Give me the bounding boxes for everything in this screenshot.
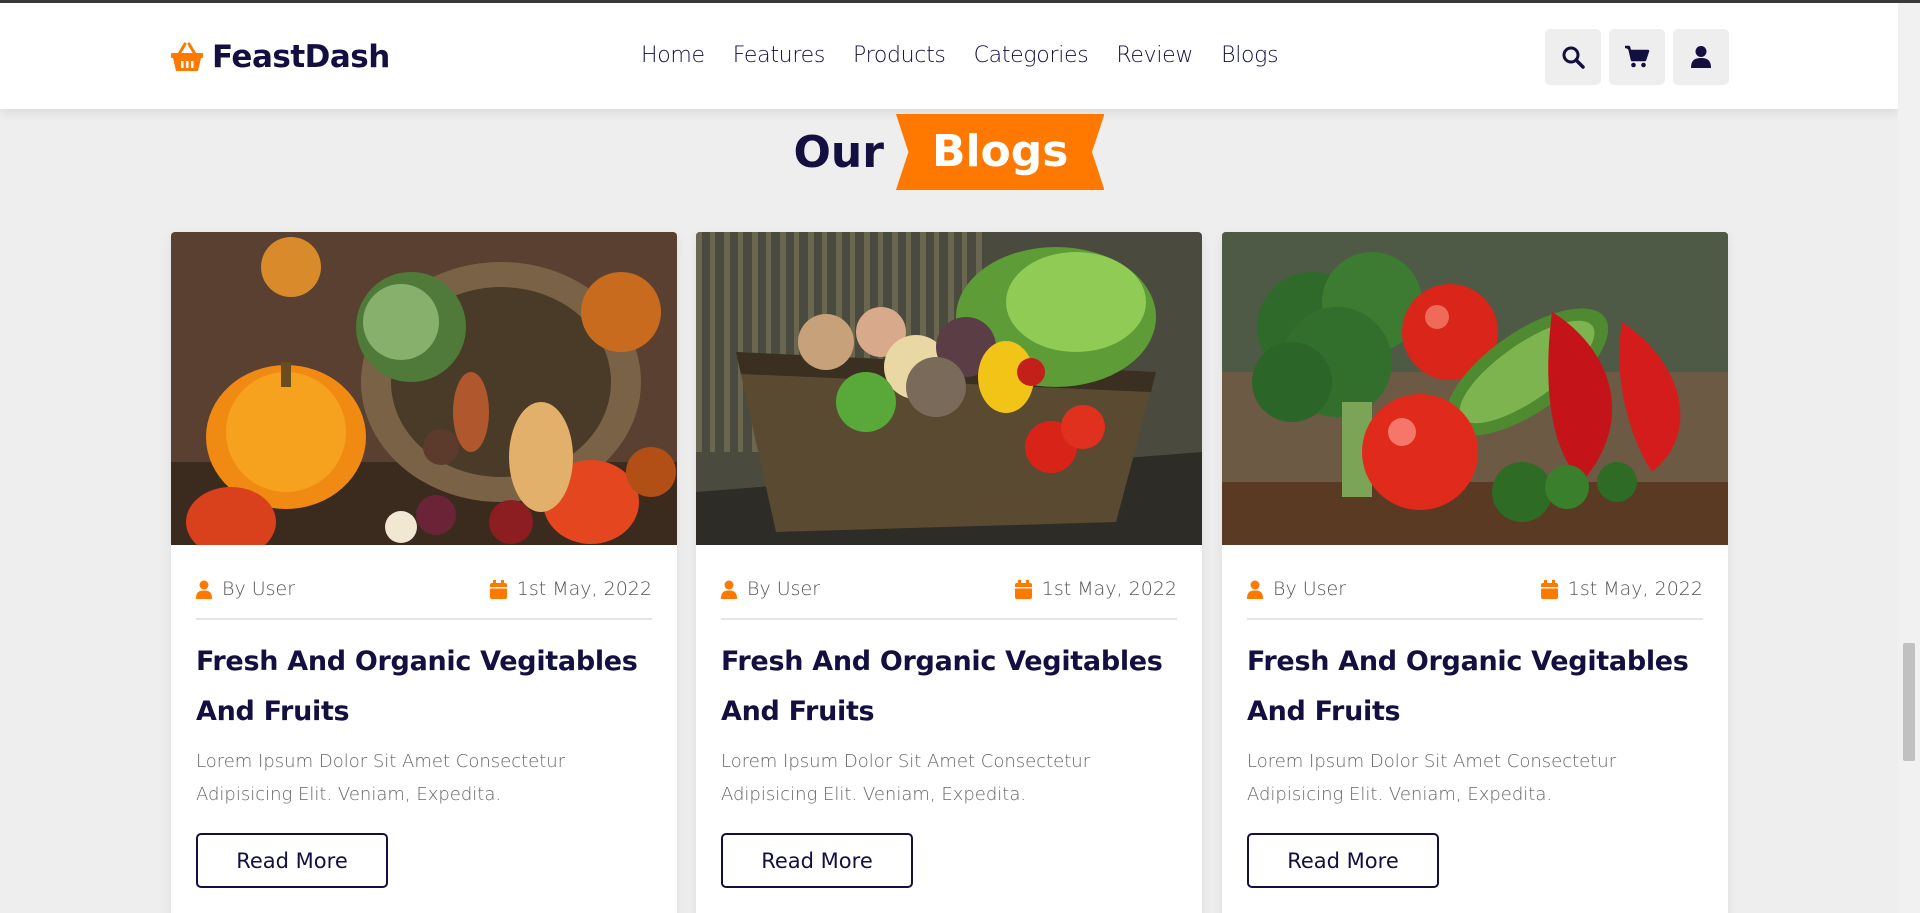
calendar-icon	[489, 579, 507, 599]
read-more-button[interactable]: Read More	[196, 833, 388, 888]
blog-excerpt: Lorem Ipsum Dolor Sit Amet Consectetur A…	[1247, 751, 1617, 805]
search-button[interactable]	[1545, 29, 1601, 85]
author-name: By User	[747, 578, 821, 600]
post-date: 1st May, 2022	[489, 578, 652, 600]
user-icon	[196, 580, 212, 599]
basket-icon	[170, 42, 204, 72]
nav-blogs[interactable]: Blogs	[1221, 43, 1278, 68]
blog-image-fresh-vegetables	[1222, 232, 1728, 545]
calendar-icon	[1540, 579, 1558, 599]
scrollbar-thumb[interactable]	[1903, 643, 1915, 761]
header-actions	[1545, 29, 1729, 85]
nav-products[interactable]: Products	[853, 43, 946, 68]
date-text: 1st May, 2022	[1567, 578, 1703, 600]
blog-card: By User 1st May, 2022 Fresh And Organic …	[696, 232, 1202, 913]
blog-image-vegetable-basket	[696, 232, 1202, 545]
author: By User	[1247, 578, 1346, 600]
nav-categories[interactable]: Categories	[974, 43, 1089, 68]
cart-icon	[1625, 45, 1650, 68]
blog-card: By User 1st May, 2022 Fresh And Organic …	[171, 232, 677, 913]
author: By User	[196, 578, 295, 600]
scrollbar-track[interactable]	[1898, 3, 1920, 913]
main-nav: Home Features Products Categories Review…	[641, 43, 1279, 68]
blog-meta: By User 1st May, 2022	[196, 578, 652, 620]
heading-text: Our	[793, 126, 884, 178]
author-name: By User	[1273, 578, 1347, 600]
nav-home[interactable]: Home	[641, 43, 705, 68]
calendar-icon	[1014, 579, 1032, 599]
blog-title[interactable]: Fresh And Organic Vegitables And Fruits	[1247, 637, 1703, 737]
nav-review[interactable]: Review	[1116, 43, 1193, 68]
author-name: By User	[222, 578, 296, 600]
section-heading: Our Blogs	[0, 114, 1898, 190]
search-icon	[1562, 46, 1585, 69]
blog-excerpt: Lorem Ipsum Dolor Sit Amet Consectetur A…	[196, 751, 566, 805]
post-date: 1st May, 2022	[1540, 578, 1703, 600]
date-text: 1st May, 2022	[1041, 578, 1177, 600]
user-icon	[721, 580, 737, 599]
blog-title[interactable]: Fresh And Organic Vegitables And Fruits	[196, 637, 652, 737]
nav-features[interactable]: Features	[733, 43, 826, 68]
read-more-button[interactable]: Read More	[1247, 833, 1439, 888]
blog-excerpt: Lorem Ipsum Dolor Sit Amet Consectetur A…	[721, 751, 1091, 805]
user-icon	[1247, 580, 1263, 599]
account-button[interactable]	[1673, 29, 1729, 85]
blog-card: By User 1st May, 2022 Fresh And Organic …	[1222, 232, 1728, 913]
post-date: 1st May, 2022	[1014, 578, 1177, 600]
blog-meta: By User 1st May, 2022	[1247, 578, 1703, 620]
read-more-button[interactable]: Read More	[721, 833, 913, 888]
date-text: 1st May, 2022	[516, 578, 652, 600]
user-icon	[1691, 46, 1711, 68]
site-header: FeastDash Home Features Products Categor…	[0, 3, 1898, 109]
heading-badge: Blogs	[895, 114, 1105, 190]
brand-name: FeastDash	[212, 39, 390, 75]
blog-title[interactable]: Fresh And Organic Vegitables And Fruits	[721, 637, 1177, 737]
brand-logo[interactable]: FeastDash	[170, 39, 390, 75]
blog-meta: By User 1st May, 2022	[721, 578, 1177, 620]
cart-button[interactable]	[1609, 29, 1665, 85]
author: By User	[721, 578, 820, 600]
blog-image-harvest-basket	[171, 232, 677, 545]
